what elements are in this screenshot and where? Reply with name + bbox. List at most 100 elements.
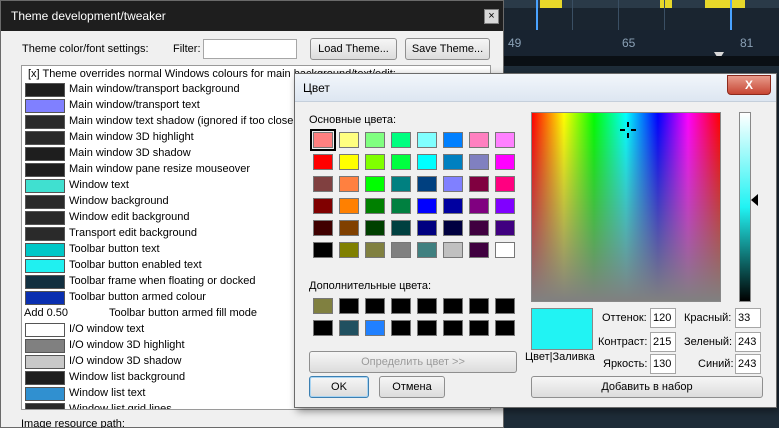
color-swatch[interactable] xyxy=(25,99,65,113)
color-swatch[interactable] xyxy=(25,403,65,409)
color-swatch[interactable] xyxy=(25,355,65,369)
luminance-slider[interactable] xyxy=(739,112,751,302)
custom-color-cell[interactable] xyxy=(495,320,515,336)
basic-color-cell[interactable] xyxy=(391,242,411,258)
blue-input[interactable]: 243 xyxy=(735,354,761,374)
custom-color-cell[interactable] xyxy=(313,320,333,336)
filter-input[interactable] xyxy=(203,39,297,59)
luminance-slider-arrow-icon[interactable] xyxy=(751,194,758,206)
basic-color-cell[interactable] xyxy=(313,242,333,258)
basic-color-cell[interactable] xyxy=(313,154,333,170)
basic-color-cell[interactable] xyxy=(391,220,411,236)
basic-color-cell[interactable] xyxy=(339,176,359,192)
color-swatch[interactable] xyxy=(25,291,65,305)
basic-color-cell[interactable] xyxy=(469,132,489,148)
color-swatch[interactable] xyxy=(25,259,65,273)
basic-color-cell[interactable] xyxy=(339,132,359,148)
custom-color-cell[interactable] xyxy=(417,298,437,314)
basic-color-cell[interactable] xyxy=(469,242,489,258)
basic-color-cell[interactable] xyxy=(469,176,489,192)
color-swatch[interactable] xyxy=(25,339,65,353)
red-input[interactable]: 33 xyxy=(735,308,761,328)
custom-color-cell[interactable] xyxy=(313,298,333,314)
basic-color-cell[interactable] xyxy=(365,154,385,170)
custom-color-cell[interactable] xyxy=(391,320,411,336)
color-swatch[interactable] xyxy=(25,195,65,209)
color-swatch[interactable] xyxy=(25,275,65,289)
color-dialog-titlebar[interactable]: Цвет X xyxy=(295,74,776,102)
basic-color-cell[interactable] xyxy=(417,176,437,192)
hue-input[interactable]: 120 xyxy=(650,308,676,328)
save-theme-button[interactable]: Save Theme... xyxy=(405,38,490,60)
color-swatch[interactable] xyxy=(25,211,65,225)
basic-color-cell[interactable] xyxy=(443,176,463,192)
color-swatch[interactable] xyxy=(25,227,65,241)
armed-fill-amount[interactable]: Add 0.50 xyxy=(24,307,68,319)
basic-color-cell[interactable] xyxy=(443,198,463,214)
color-swatch[interactable] xyxy=(25,387,65,401)
custom-color-cell[interactable] xyxy=(365,320,385,336)
basic-color-cell[interactable] xyxy=(495,198,515,214)
define-custom-colors-button[interactable]: Определить цвет >> xyxy=(309,351,517,373)
luminance-input[interactable]: 130 xyxy=(650,354,676,374)
custom-color-cell[interactable] xyxy=(443,298,463,314)
color-dialog-close-button[interactable]: X xyxy=(727,75,771,95)
basic-color-cell[interactable] xyxy=(391,132,411,148)
basic-color-cell[interactable] xyxy=(313,198,333,214)
spectrum-crosshair-icon[interactable] xyxy=(620,122,636,138)
custom-color-cell[interactable] xyxy=(469,298,489,314)
basic-color-cell[interactable] xyxy=(339,198,359,214)
basic-color-cell[interactable] xyxy=(339,154,359,170)
basic-color-cell[interactable] xyxy=(495,132,515,148)
basic-color-cell[interactable] xyxy=(391,176,411,192)
basic-color-cell[interactable] xyxy=(469,198,489,214)
basic-color-cell[interactable] xyxy=(495,176,515,192)
color-spectrum[interactable] xyxy=(531,112,721,302)
green-input[interactable]: 243 xyxy=(735,332,761,352)
color-swatch[interactable] xyxy=(25,83,65,97)
color-swatch[interactable] xyxy=(25,147,65,161)
basic-color-cell[interactable] xyxy=(365,132,385,148)
saturation-input[interactable]: 215 xyxy=(650,332,676,352)
basic-color-cell[interactable] xyxy=(443,220,463,236)
basic-color-cell[interactable] xyxy=(417,220,437,236)
basic-color-cell[interactable] xyxy=(495,154,515,170)
custom-color-cell[interactable] xyxy=(417,320,437,336)
daw-ruler[interactable] xyxy=(500,30,779,56)
basic-color-cell[interactable] xyxy=(469,220,489,236)
basic-color-cell[interactable] xyxy=(313,220,333,236)
color-swatch[interactable] xyxy=(25,323,65,337)
basic-color-cell[interactable] xyxy=(310,129,336,151)
tweaker-close-button[interactable]: × xyxy=(484,9,499,24)
ok-button[interactable]: OK xyxy=(309,376,369,398)
custom-color-cell[interactable] xyxy=(443,320,463,336)
tweaker-titlebar[interactable]: Theme development/tweaker × xyxy=(1,1,503,31)
basic-color-cell[interactable] xyxy=(417,242,437,258)
custom-color-cell[interactable] xyxy=(339,320,359,336)
basic-color-cell[interactable] xyxy=(495,242,515,258)
basic-color-cell[interactable] xyxy=(339,220,359,236)
custom-color-cell[interactable] xyxy=(339,298,359,314)
basic-color-cell[interactable] xyxy=(443,132,463,148)
add-to-custom-colors-button[interactable]: Добавить в набор xyxy=(531,376,763,398)
basic-color-cell[interactable] xyxy=(391,154,411,170)
basic-color-cell[interactable] xyxy=(495,220,515,236)
basic-color-cell[interactable] xyxy=(417,198,437,214)
basic-color-cell[interactable] xyxy=(339,242,359,258)
basic-color-cell[interactable] xyxy=(417,154,437,170)
color-swatch[interactable] xyxy=(25,243,65,257)
color-swatch[interactable] xyxy=(25,179,65,193)
basic-color-cell[interactable] xyxy=(365,220,385,236)
color-swatch[interactable] xyxy=(25,163,65,177)
basic-color-cell[interactable] xyxy=(365,198,385,214)
cancel-button[interactable]: Отмена xyxy=(379,376,445,398)
basic-color-cell[interactable] xyxy=(391,198,411,214)
load-theme-button[interactable]: Load Theme... xyxy=(310,38,397,60)
basic-color-cell[interactable] xyxy=(443,242,463,258)
custom-color-cell[interactable] xyxy=(495,298,515,314)
basic-color-cell[interactable] xyxy=(417,132,437,148)
basic-color-cell[interactable] xyxy=(365,176,385,192)
basic-color-cell[interactable] xyxy=(365,242,385,258)
basic-color-cell[interactable] xyxy=(469,154,489,170)
basic-color-cell[interactable] xyxy=(443,154,463,170)
